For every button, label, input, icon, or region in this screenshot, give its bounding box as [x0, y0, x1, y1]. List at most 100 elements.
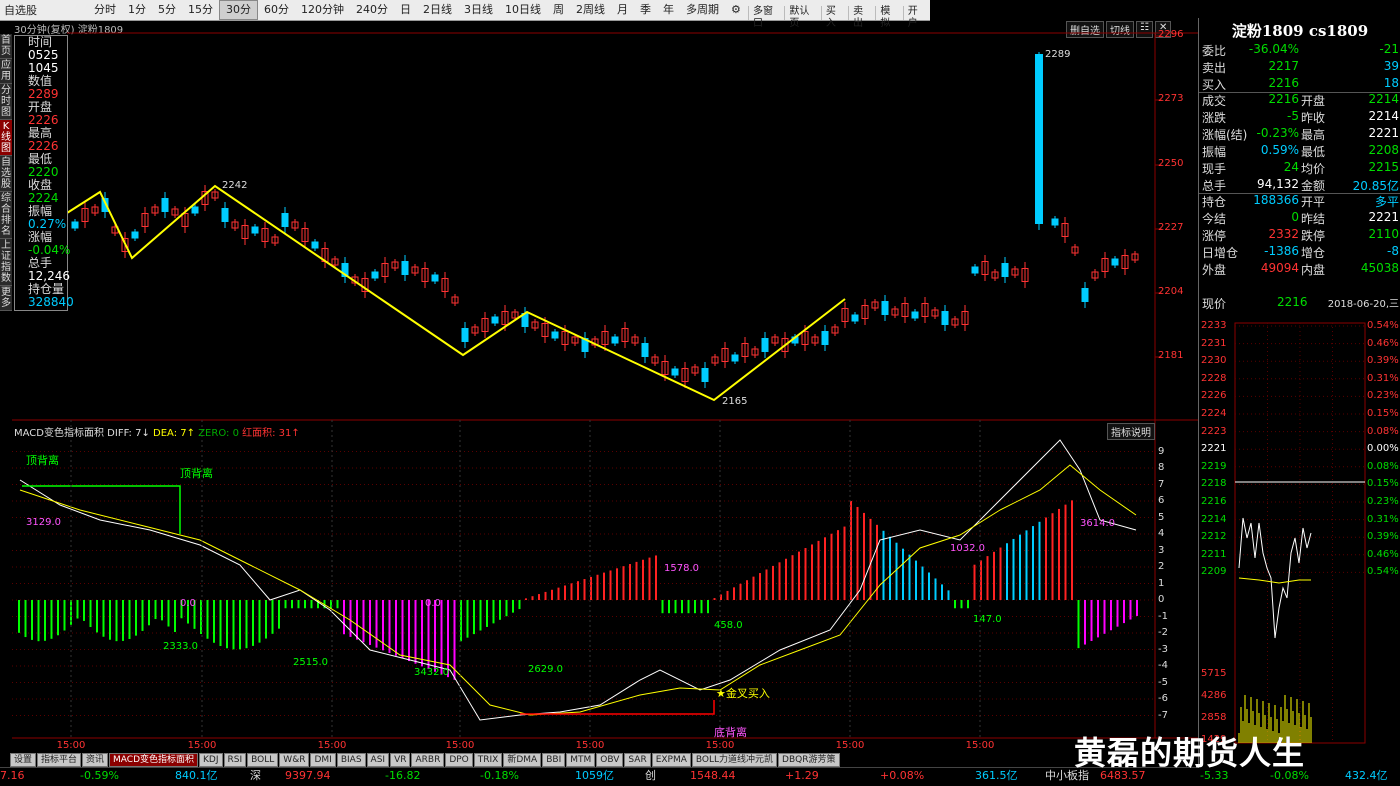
macd-bar: [297, 600, 300, 609]
macd-bar: [265, 600, 267, 639]
indicator-tab-12[interactable]: ARBR: [411, 753, 445, 767]
macd-bar: [525, 598, 527, 600]
macd-bar: [89, 600, 92, 628]
time-label-1: 15:00: [188, 740, 217, 751]
macd-bar: [37, 600, 40, 642]
mini-right-label-10: 0.23%: [1367, 496, 1399, 507]
macd-bar: [122, 600, 124, 641]
status-item-6: -0.18%: [480, 769, 519, 782]
area-label-11: 0.0: [425, 598, 441, 609]
macd-axis-label-6: 3: [1158, 544, 1165, 556]
candle-body-99: [1081, 288, 1089, 302]
quote-v2-1: 39: [1383, 59, 1399, 73]
status-item-7: 1059亿: [575, 769, 614, 782]
indicator-name: MACD变色指标面积: [14, 428, 104, 439]
macd-bar: [1058, 508, 1060, 600]
macd-axis-label-2: 7: [1158, 478, 1165, 490]
mini-right-label-9: 0.15%: [1367, 478, 1399, 490]
macd-bar: [57, 600, 59, 636]
quote-k1-3: 成交: [1202, 94, 1227, 108]
macd-bar: [239, 600, 241, 650]
mini-left-label-3: 2228: [1201, 372, 1227, 384]
quote-k1-1: 卖出: [1202, 61, 1227, 75]
quote-k1-5: 涨幅(结): [1202, 128, 1248, 142]
macd-bar: [577, 581, 579, 600]
mini-left-label-2: 2230: [1201, 355, 1227, 367]
indicator-tab-5[interactable]: RSI: [223, 753, 247, 767]
macd-bar: [434, 600, 436, 672]
candle-body-36: [431, 274, 439, 282]
macd-bar: [596, 574, 599, 600]
macd-bar: [681, 600, 683, 614]
indicator-tab-16[interactable]: BBI: [542, 753, 566, 767]
macd-bar: [388, 600, 391, 654]
macd-axis-label-0: 9: [1158, 445, 1165, 457]
macd-bar: [999, 547, 1002, 600]
macd-bar: [713, 598, 716, 600]
macd-bar: [76, 600, 79, 619]
low-price-label: 2165: [722, 396, 748, 407]
quote-v1-5: -0.23%: [1256, 126, 1299, 140]
price-axis-label-4: 2204: [1158, 286, 1184, 297]
indicator-tab-6[interactable]: BOLL: [247, 753, 279, 767]
macd-bar: [278, 600, 280, 629]
macd-bar: [31, 600, 33, 640]
indicator-tab-8[interactable]: DMI: [310, 753, 336, 767]
indicator-tab-21[interactable]: BOLL力道线冲元凯: [691, 753, 778, 767]
quote-v2-8: 20.85亿: [1352, 179, 1399, 193]
indicator-tab-3[interactable]: MACD变色指标面积: [109, 753, 199, 767]
macd-bar: [245, 600, 248, 649]
macd-bar: [798, 551, 800, 600]
quote-k2-4: 昨收: [1301, 111, 1326, 125]
indicator-tab-0[interactable]: 设置: [10, 753, 37, 767]
macd-axis-label-10: -1: [1158, 610, 1168, 622]
indicator-tab-1[interactable]: 指标平台: [37, 753, 82, 767]
macd-bar: [310, 600, 313, 609]
indicator-tab-15[interactable]: 新DMA: [503, 753, 542, 767]
quote-k1-2: 买入: [1202, 78, 1227, 92]
zigzag-line: [66, 184, 846, 402]
macd-bar: [453, 600, 456, 680]
indicator-tab-11[interactable]: VR: [390, 753, 411, 767]
macd-bar: [473, 600, 475, 635]
macd-bar: [479, 600, 482, 631]
indicator-tab-13[interactable]: DPO: [445, 753, 473, 767]
indicator-tab-4[interactable]: KDJ: [199, 753, 223, 767]
mini-left-label-10: 2216: [1201, 496, 1227, 507]
macd-bar: [661, 600, 664, 614]
mini-right-label-6: 0.08%: [1367, 425, 1399, 437]
indicator-help-button[interactable]: 指标说明: [1107, 423, 1155, 440]
mini-right-label-3: 0.31%: [1367, 372, 1399, 384]
indicator-tab-20[interactable]: EXPMA: [651, 753, 691, 767]
macd-bar: [687, 600, 690, 614]
macd-bar: [401, 600, 404, 659]
macd-bar: [739, 583, 742, 600]
quote-v1-1: 2217: [1268, 59, 1299, 73]
macd-bar: [63, 600, 66, 631]
indicator-tab-9[interactable]: BIAS: [336, 753, 366, 767]
indicator-tab-14[interactable]: TRIX: [473, 753, 503, 767]
indicator-tab-17[interactable]: MTM: [566, 753, 596, 767]
quote-k2-10: 昨结: [1301, 212, 1326, 226]
quote-date: 2018-06-20,三: [1327, 299, 1399, 310]
macd-bar: [1032, 526, 1034, 600]
macd-axis-label-1: 8: [1158, 462, 1165, 473]
macd-bar: [252, 600, 254, 646]
indicator-tab-2[interactable]: 资讯: [82, 753, 109, 767]
indicator-tab-18[interactable]: OBV: [596, 753, 624, 767]
mini-vol-label-2: 2858: [1201, 712, 1227, 723]
indicator-tab-7[interactable]: W&R: [279, 753, 310, 767]
macd-axis-label-4: 5: [1158, 511, 1165, 523]
macd-bar: [271, 600, 274, 634]
price-now-label: 现价: [1202, 297, 1227, 311]
quote-row-9: 持仓 188366 开平 多平: [1199, 193, 1400, 210]
indicator-tab-22[interactable]: DBQR游芳策: [778, 753, 840, 767]
quote-k1-13: 外盘: [1202, 263, 1227, 277]
indicator-tab-19[interactable]: SAR: [624, 753, 651, 767]
macd-bar: [1103, 600, 1106, 634]
mini-left-label-11: 2214: [1201, 513, 1227, 525]
macd-bar: [1129, 600, 1132, 620]
top-divergence-label-1: 顶背离: [26, 454, 59, 467]
indicator-tab-10[interactable]: ASI: [366, 753, 390, 767]
quote-v2-13: 45038: [1360, 261, 1399, 275]
